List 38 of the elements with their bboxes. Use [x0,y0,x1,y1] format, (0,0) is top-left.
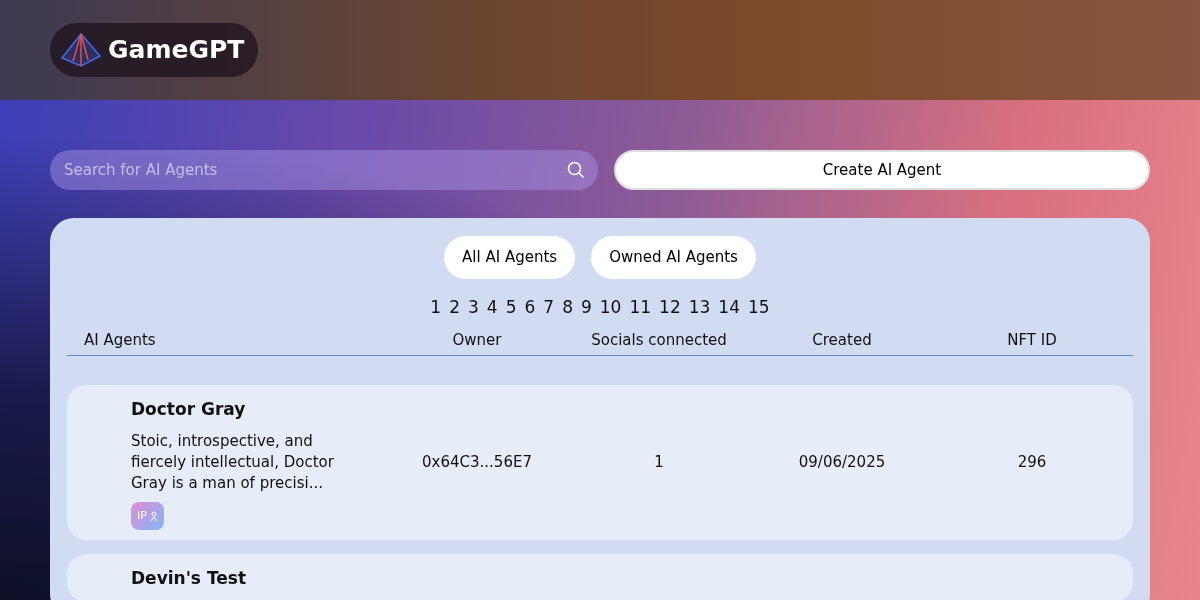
agent-name: Devin's Test [131,567,247,590]
page-link[interactable]: 2 [445,295,464,321]
page-link[interactable]: 8 [558,295,577,321]
page-link[interactable]: 6 [520,295,540,321]
page-link[interactable]: 12 [655,295,685,321]
page-link[interactable]: 11 [625,295,656,321]
page-link[interactable]: 4 [482,295,502,321]
owner-address: 0x64C3...56E7 [422,453,532,472]
logo[interactable]: GameGPT [50,23,259,77]
agent-description: Stoic, introspective, and fiercely intellectual, Doctor Gray is a man of precisi... [131,430,335,494]
page-link[interactable]: 3 [464,295,483,321]
agent-card[interactable]: Doctor Gray Stoic, introspective, and fiercely intellectual, Doctor Gray is a man of precisi... IP 0x64C3...56E7 1 09/06/2025 296 [67,385,1133,540]
column-header: NFT ID [1006,329,1058,351]
column-header: Created [811,329,873,351]
tab[interactable]: All AI Agents [444,236,576,279]
page-link[interactable]: 9 [576,295,596,321]
page-link[interactable]: 10 [595,295,626,321]
nft-id: 296 [1017,453,1047,472]
create-agent-button[interactable]: Create AI Agent [614,150,1150,190]
agent-card[interactable]: Devin's Test [67,554,1133,600]
page-link[interactable]: 15 [744,295,774,321]
socials-count: 1 [654,453,664,472]
page-link[interactable]: 14 [714,295,744,321]
column-header: Owner [451,329,503,351]
page-link[interactable]: 7 [539,295,559,321]
search-icon [567,161,585,179]
page-link[interactable]: 13 [684,295,715,321]
brand-name: GameGPT [108,34,245,67]
tab[interactable]: Owned AI Agents [591,236,756,279]
column-header: Socials connected [590,329,728,351]
page-link[interactable]: 5 [501,295,521,321]
page-link[interactable]: 1 [426,295,446,321]
person-icon [149,510,158,521]
column-header: AI Agents [83,329,157,351]
pyramid-logo-icon [60,32,102,68]
badge-label: IP [137,507,147,524]
created-date: 09/06/2025 [798,453,886,472]
agent-name: Doctor Gray [131,398,247,421]
